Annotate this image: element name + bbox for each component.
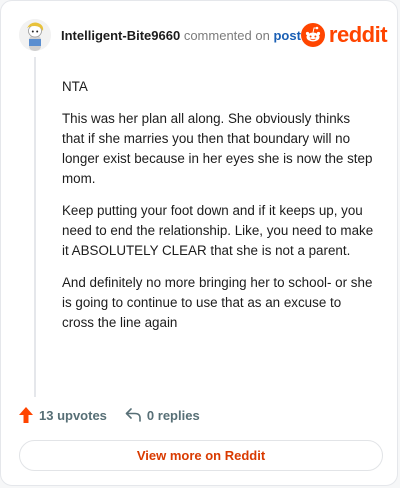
commented-on-text: commented on — [183, 27, 270, 43]
reply-button[interactable]: 0 replies — [125, 408, 200, 423]
comment-header: Intelligent-Bite9660 commented on post r… — [19, 19, 388, 51]
upvote-button[interactable]: 13 upvotes — [19, 407, 107, 423]
thread-line — [34, 57, 36, 397]
comment-paragraph: This was her plan all along. She obvious… — [62, 111, 373, 186]
reddit-logo[interactable]: reddit — [300, 22, 388, 48]
upvote-arrow-icon — [19, 407, 33, 423]
reply-arrow-icon — [125, 408, 141, 422]
comment-paragraph: NTA — [62, 79, 88, 94]
reply-count: 0 replies — [146, 407, 200, 423]
post-link[interactable]: post — [273, 28, 300, 43]
comment-paragraph: Keep putting your foot down and if it ke… — [62, 203, 374, 258]
upvote-count: 13 upvotes — [39, 407, 107, 423]
header-text: Intelligent-Bite9660 commented on post — [61, 28, 301, 43]
reddit-snoo-icon — [300, 23, 325, 47]
comment-body: NTA This was her plan all along. She obv… — [62, 77, 374, 345]
comment-actions: 13 upvotes 0 replies — [19, 404, 218, 426]
comment-embed-card: Intelligent-Bite9660 commented on post r… — [0, 0, 398, 486]
reddit-wordmark: reddit — [328, 22, 388, 47]
view-more-button[interactable]: View more on Reddit — [19, 440, 383, 471]
comment-paragraph: And definitely no more bringing her to s… — [62, 275, 373, 330]
avatar-icon — [19, 19, 51, 51]
username-link[interactable]: Intelligent-Bite9660 — [61, 28, 180, 43]
user-avatar[interactable] — [19, 19, 51, 51]
